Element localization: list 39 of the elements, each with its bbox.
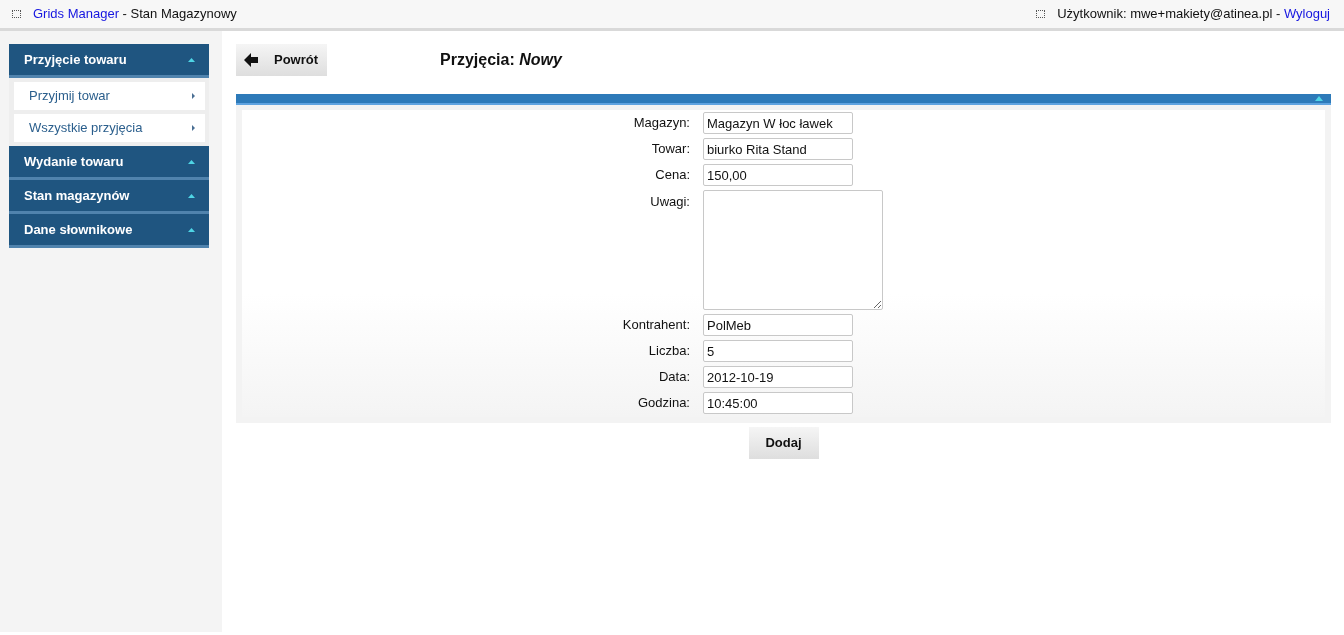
chevron-right-icon [192,93,195,99]
field-label: Data: [657,368,691,387]
user-label: Użytkownik: mwe+makiety@atinea.pl - [1057,5,1281,24]
arrow-left-icon [244,53,258,67]
menu-section[interactable]: Wydanie towaru [9,146,209,180]
field-label: Godzina: [636,394,691,413]
input-field[interactable]: 5 [703,340,853,362]
menu-section[interactable]: Dane słownikowe [9,214,209,248]
collapse-icon [188,227,195,232]
chevron-right-icon [192,125,195,131]
field-label: Liczba: [647,342,691,361]
input-field[interactable]: biurko Rita Stand [703,138,853,160]
collapse-icon [188,57,195,62]
app-link[interactable]: Grids Manager [33,4,119,24]
menu-section[interactable]: Stan magazynów [9,180,209,214]
page-title: Przyjęcia: Nowy [440,50,562,70]
input-field[interactable]: 2012-10-19 [703,366,853,388]
dotted-square-icon [12,10,21,18]
input-field[interactable]: 10:45:00 [703,392,853,414]
notes-field[interactable] [703,190,883,310]
field-label: Towar: [650,140,691,159]
input-field[interactable]: Magazyn W łoc ławek [703,112,853,134]
app-title: - Stan Magazynowy [122,5,237,24]
collapse-icon[interactable] [1315,96,1323,101]
input-field[interactable]: PolMeb [703,314,853,336]
field-label: Uwagi: [649,193,691,211]
logout-link[interactable]: Wyloguj [1283,4,1330,24]
collapse-icon [188,193,195,198]
field-label: Magazyn: [632,114,691,133]
field-label: Kontrahent: [621,316,691,335]
menu-item[interactable]: Przyjmij towar [14,82,205,110]
menu-item[interactable]: Wszystkie przyjęcia [14,114,205,142]
collapse-icon [188,159,195,164]
add-button[interactable]: Dodaj [748,427,819,459]
menu-section[interactable]: Przyjęcie towaru [9,44,209,78]
dotted-square-icon [1036,10,1046,18]
input-field[interactable]: 150,00 [703,164,853,186]
field-label: Cena: [654,166,691,185]
back-button[interactable]: Powrót [236,44,327,76]
